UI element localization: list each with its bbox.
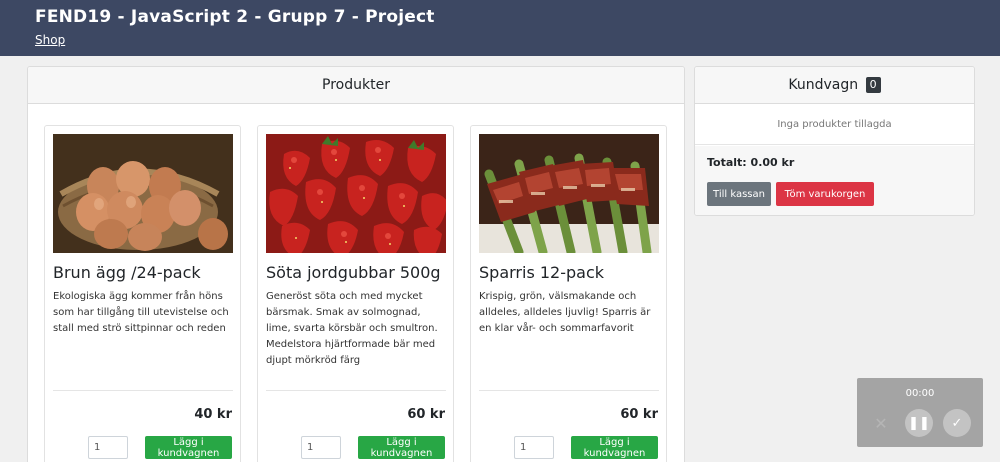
screen-recorder-widget: 00:00 ✕ ❚❚ ✓ <box>857 378 983 447</box>
product-card: Brun ägg /24-pack Ekologiska ägg kommer … <box>44 125 241 462</box>
product-card: Söta jordgubbar 500g Generöst söta och m… <box>257 125 454 462</box>
pause-icon[interactable]: ❚❚ <box>905 409 933 437</box>
product-description: Ekologiska ägg kommer från höns som har … <box>53 291 229 334</box>
check-icon[interactable]: ✓ <box>943 409 971 437</box>
product-price: 60 kr <box>407 407 445 422</box>
product-price: 40 kr <box>194 407 232 422</box>
card-divider <box>266 390 446 391</box>
add-to-cart-button[interactable]: Lägg i kundvagnen <box>571 436 658 459</box>
cart-footer: Totalt: 0.00 kr Till kassan Töm varukorg… <box>695 146 974 215</box>
add-to-cart-button[interactable]: Lägg i kundvagnen <box>145 436 232 459</box>
product-image-asparagus <box>479 134 659 253</box>
recorder-timer: 00:00 <box>905 388 935 399</box>
cart-total: Totalt: 0.00 kr <box>707 156 795 169</box>
card-divider <box>479 390 659 391</box>
product-card: Sparris 12-pack Krispig, grön, välsmakan… <box>470 125 667 462</box>
cart-empty-message: Inga produkter tillagda <box>695 104 974 145</box>
app-title: FEND19 - JavaScript 2 - Grupp 7 - Projec… <box>35 7 435 27</box>
product-description: Generöst söta och med mycket bärsmak. Sm… <box>266 291 438 366</box>
shop-link[interactable]: Shop <box>35 33 65 47</box>
top-navbar: FEND19 - JavaScript 2 - Grupp 7 - Projec… <box>0 0 1000 56</box>
quantity-input[interactable] <box>88 436 128 459</box>
products-panel-title: Produkter <box>28 67 684 104</box>
product-name: Brun ägg /24-pack <box>53 263 201 282</box>
product-price: 60 kr <box>620 407 658 422</box>
cart-title: Kundvagn <box>788 77 859 93</box>
cart-count-badge: 0 <box>865 77 881 93</box>
product-name: Söta jordgubbar 500g <box>266 263 441 282</box>
product-image-strawberries <box>266 134 446 253</box>
clear-cart-button[interactable]: Töm varukorgen <box>776 182 874 206</box>
close-icon[interactable]: ✕ <box>867 409 895 437</box>
product-name: Sparris 12-pack <box>479 263 605 282</box>
product-image-eggs <box>53 134 233 253</box>
quantity-input[interactable] <box>514 436 554 459</box>
cart-panel: Kundvagn 0 Inga produkter tillagda Total… <box>694 66 975 216</box>
checkout-button[interactable]: Till kassan <box>707 182 771 206</box>
product-description: Krispig, grön, välsmakande och alldeles,… <box>479 291 651 334</box>
add-to-cart-button[interactable]: Lägg i kundvagnen <box>358 436 445 459</box>
card-divider <box>53 390 233 391</box>
quantity-input[interactable] <box>301 436 341 459</box>
cart-panel-title: Kundvagn 0 <box>695 67 974 104</box>
